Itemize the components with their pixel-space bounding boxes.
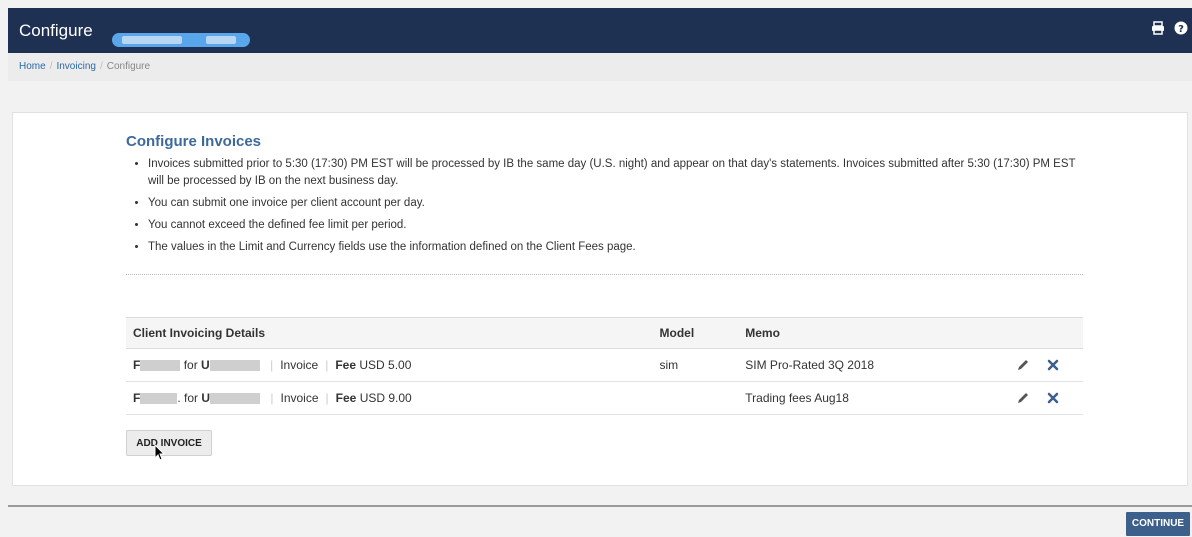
- model-cell: [652, 381, 739, 415]
- table-row: F for U | Invoice | Fee USD 5.00 sim SIM Pr…: [126, 348, 1083, 382]
- table-header-row: Client Invoicing Details Model Memo: [126, 317, 1083, 349]
- redacted-from-account: [140, 393, 178, 405]
- memo-cell: SIM Pro-Rated 3Q 2018: [738, 348, 1009, 382]
- column-header-memo: Memo: [738, 317, 1009, 349]
- breadcrumb-home[interactable]: Home: [19, 61, 46, 72]
- account-selector[interactable]: [112, 33, 250, 47]
- print-icon[interactable]: [1151, 21, 1165, 35]
- invoice-details-cell: F for U | Invoice | Fee USD 5.00: [126, 348, 653, 382]
- row-actions: [1009, 348, 1083, 382]
- continue-button[interactable]: CONTINUE: [1126, 512, 1190, 536]
- breadcrumb-invoicing[interactable]: Invoicing: [56, 61, 95, 72]
- configure-invoices-card: Configure Invoices Invoices submitted pr…: [12, 112, 1188, 486]
- table-row: F. for U | Invoice | Fee USD 9.00 Trading f…: [126, 381, 1083, 415]
- column-header-actions: [1009, 317, 1083, 349]
- svg-text:?: ?: [1178, 24, 1184, 35]
- redacted-from-account: [140, 360, 181, 372]
- redacted-account-name: [206, 36, 236, 44]
- top-bar: Configure ?: [8, 8, 1192, 53]
- model-cell: sim: [652, 348, 739, 382]
- card-content: Configure Invoices Invoices submitted pr…: [126, 133, 1083, 461]
- add-invoice-button[interactable]: ADD INVOICE: [126, 430, 212, 461]
- breadcrumb-current: Configure: [106, 61, 151, 72]
- notes-list: Invoices submitted prior to 5:30 (17:30)…: [126, 156, 1083, 256]
- column-header-details: Client Invoicing Details: [126, 317, 653, 349]
- delete-icon[interactable]: [1046, 391, 1060, 405]
- note-item: Invoices submitted prior to 5:30 (17:30)…: [148, 156, 1083, 190]
- note-item: The values in the Limit and Currency fie…: [148, 239, 1083, 256]
- delete-icon[interactable]: [1046, 358, 1060, 372]
- section-title: Configure Invoices: [126, 133, 262, 150]
- redacted-account-id: [122, 36, 182, 44]
- edit-icon[interactable]: [1016, 358, 1030, 372]
- memo-cell: Trading fees Aug18: [738, 381, 1009, 415]
- help-icon[interactable]: ?: [1174, 21, 1188, 35]
- note-item: You cannot exceed the defined fee limit …: [148, 217, 1083, 234]
- column-header-model: Model: [652, 317, 739, 349]
- breadcrumb: Home / Invoicing / Configure: [8, 53, 1192, 81]
- invoice-details-cell: F. for U | Invoice | Fee USD 9.00: [126, 381, 653, 415]
- redacted-to-account: [210, 393, 261, 405]
- mouse-cursor-icon: [154, 444, 165, 461]
- header-icons: ?: [1151, 21, 1188, 35]
- page-title: Configure: [19, 21, 93, 40]
- edit-icon[interactable]: [1016, 391, 1030, 405]
- row-actions: [1009, 381, 1083, 415]
- invoices-table: Client Invoicing Details Model Memo F fo…: [126, 317, 1083, 415]
- redacted-to-account: [209, 360, 260, 372]
- footer-divider: [8, 505, 1192, 507]
- divider: [126, 274, 1083, 275]
- note-item: You can submit one invoice per client ac…: [148, 195, 1083, 212]
